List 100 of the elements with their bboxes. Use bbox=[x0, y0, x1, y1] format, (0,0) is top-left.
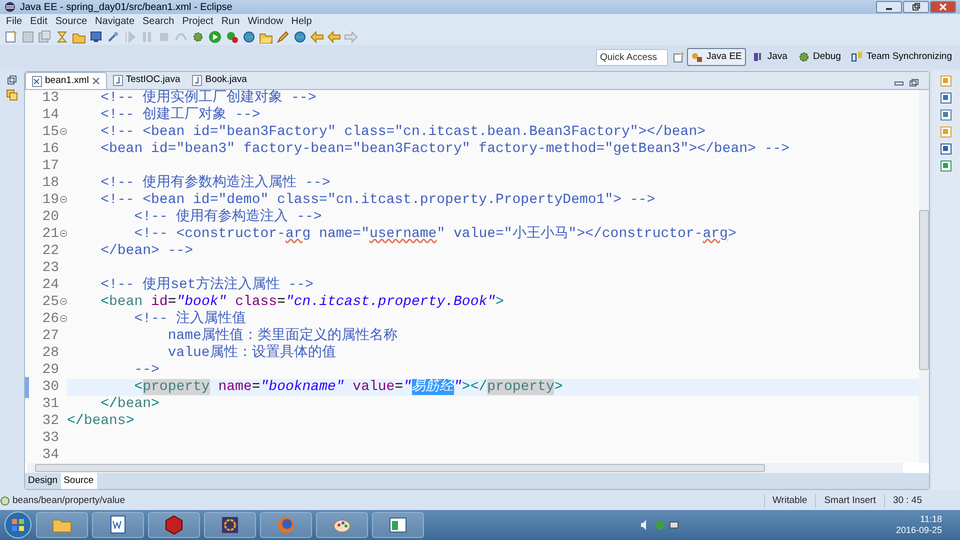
minimize-button[interactable] bbox=[876, 1, 902, 13]
perspective-button[interactable]: Debug bbox=[794, 48, 845, 66]
line-number: 32 bbox=[41, 412, 59, 431]
code-line: --> bbox=[133, 362, 160, 379]
line-number: 26 bbox=[41, 310, 59, 329]
line-number: 33 bbox=[41, 429, 59, 448]
insert-mode: Smart Insert bbox=[815, 494, 884, 508]
line-number: 19 bbox=[41, 191, 59, 210]
view-tab[interactable]: Source bbox=[60, 473, 97, 489]
collapse-icon[interactable] bbox=[60, 230, 66, 237]
menu-item[interactable]: File bbox=[2, 14, 26, 29]
restore-button[interactable] bbox=[903, 1, 929, 13]
arrow-left-icon[interactable] bbox=[327, 30, 341, 44]
taskbar-app-button[interactable] bbox=[372, 512, 424, 538]
restore-icon bbox=[912, 2, 920, 11]
code-line: </beans> bbox=[67, 413, 136, 430]
code-line: <!-- 注入属性值 bbox=[133, 311, 248, 328]
cursor-position: 30 : 45 bbox=[884, 494, 930, 508]
menu-item[interactable]: Navigate bbox=[91, 14, 139, 29]
line-number: 15 bbox=[41, 123, 59, 142]
line-number: 22 bbox=[41, 242, 59, 261]
line-number: 18 bbox=[41, 174, 59, 193]
menu-item[interactable]: Search bbox=[138, 14, 178, 29]
code-line: <!-- 创建工厂对象 --> bbox=[100, 107, 262, 124]
arrow-left-icon[interactable] bbox=[310, 30, 324, 44]
package-explorer-icon[interactable] bbox=[6, 89, 18, 101]
hexagon-icon bbox=[163, 514, 185, 536]
menu-item[interactable]: Run bbox=[217, 14, 244, 29]
network-icon[interactable] bbox=[668, 519, 680, 531]
debug-icon[interactable] bbox=[225, 30, 239, 44]
quick-access-field[interactable]: Quick Access bbox=[596, 48, 668, 66]
line-number: 17 bbox=[41, 157, 59, 176]
restore-icon[interactable] bbox=[7, 75, 17, 85]
line-number: 31 bbox=[41, 395, 59, 414]
breadcrumb-path: beans/bean/property/value bbox=[12, 494, 125, 508]
perspective-button[interactable]: Team Synchronizing bbox=[847, 48, 956, 66]
minimize-icon[interactable] bbox=[894, 78, 904, 86]
line-number: 20 bbox=[41, 208, 59, 227]
code-line: <!-- <constructor-arg name="username" value="小王小马"></constructor-arg> bbox=[133, 226, 738, 243]
collapse-icon[interactable] bbox=[60, 298, 66, 305]
code-line: name属性值：类里面定义的属性名称 bbox=[166, 328, 398, 344]
editor-tab[interactable]: TestIOC.java bbox=[106, 72, 186, 89]
line-number: 16 bbox=[41, 140, 59, 159]
maximize-icon[interactable] bbox=[909, 78, 919, 86]
clock-date[interactable]: 2016-09-25 bbox=[896, 525, 942, 536]
line-number: 21 bbox=[41, 225, 59, 244]
menu-item[interactable]: Edit bbox=[26, 14, 52, 29]
editor-tab[interactable]: bean1.xml bbox=[25, 72, 107, 89]
close-button[interactable] bbox=[930, 1, 956, 13]
collapse-icon[interactable] bbox=[60, 196, 66, 203]
status-icon bbox=[0, 496, 10, 506]
code-line: <!-- <bean id="demo" class="cn.itcast.property.PropertyDemo1"> --> bbox=[100, 192, 656, 208]
perspective-button[interactable]: Java bbox=[748, 48, 792, 66]
line-number: 29 bbox=[41, 361, 59, 380]
window-title: Java EE - spring_day01/src/bean1.xml - Eclipse bbox=[20, 0, 232, 14]
java-file-icon bbox=[192, 75, 202, 86]
line-number: 25 bbox=[41, 293, 59, 312]
close-icon bbox=[939, 2, 947, 11]
start-button-icon[interactable] bbox=[4, 511, 32, 539]
taskbar-app-button[interactable] bbox=[148, 512, 200, 538]
eclipse-logo-icon bbox=[4, 1, 16, 13]
code-line: <!-- 使用有参构造注入 --> bbox=[133, 209, 323, 226]
line-number: 23 bbox=[41, 259, 59, 278]
menu-item[interactable]: Window bbox=[244, 14, 288, 29]
taskbar-app-button[interactable] bbox=[204, 512, 256, 538]
xml-file-icon bbox=[32, 76, 42, 86]
taskbar-app-button[interactable] bbox=[316, 512, 368, 538]
code-line: </bean> bbox=[100, 396, 160, 413]
editor-tab[interactable]: Book.java bbox=[186, 72, 253, 89]
collapse-icon[interactable] bbox=[60, 128, 66, 135]
line-number: 13 bbox=[41, 89, 59, 108]
clock-time[interactable]: 11:18 bbox=[920, 514, 942, 525]
open-perspective-icon[interactable] bbox=[672, 51, 685, 63]
editor-mode: Writable bbox=[764, 494, 816, 508]
line-number: 34 bbox=[41, 446, 59, 465]
menu-item[interactable]: Source bbox=[51, 14, 92, 29]
horizontal-scrollbar[interactable] bbox=[27, 463, 903, 473]
perspective-button[interactable]: Java EE bbox=[687, 48, 746, 66]
run-icon[interactable] bbox=[208, 30, 222, 44]
line-number: 30 bbox=[25, 377, 59, 398]
java-file-icon bbox=[112, 75, 123, 86]
code-line: <bean id="bean3" factory-bean="bean3Factory" factory-method="getBean3"></bean> --> bbox=[100, 141, 791, 158]
line-number: 27 bbox=[41, 327, 59, 346]
code-line: <bean id="book" class="cn.itcast.property.Book"> bbox=[100, 294, 505, 310]
new-file-icon[interactable] bbox=[4, 30, 18, 44]
line-number: 24 bbox=[41, 276, 59, 295]
menu-item[interactable]: Help bbox=[287, 14, 316, 29]
vertical-scrollbar[interactable] bbox=[919, 90, 929, 463]
taskbar-app-button[interactable] bbox=[92, 512, 144, 538]
code-line: <!-- 使用有参数构造注入属性 --> bbox=[100, 175, 332, 192]
code-line: <!-- <bean id="bean3Factory" class="cn.itcast.bean.Bean3Factory"></bean> bbox=[100, 124, 707, 141]
code-line: <!-- 使用set方法注入属性 --> bbox=[100, 277, 314, 294]
view-tab[interactable]: Design bbox=[25, 473, 61, 489]
code-line: value属性：设置具体的值 bbox=[166, 345, 337, 362]
close-icon[interactable] bbox=[92, 77, 100, 85]
code-line: </bean> --> bbox=[100, 243, 194, 260]
collapse-icon[interactable] bbox=[60, 314, 66, 322]
menu-item[interactable]: Project bbox=[178, 14, 218, 29]
line-number: 28 bbox=[41, 344, 59, 363]
code-line: <!-- 使用实例工厂创建对象 --> bbox=[100, 90, 318, 106]
